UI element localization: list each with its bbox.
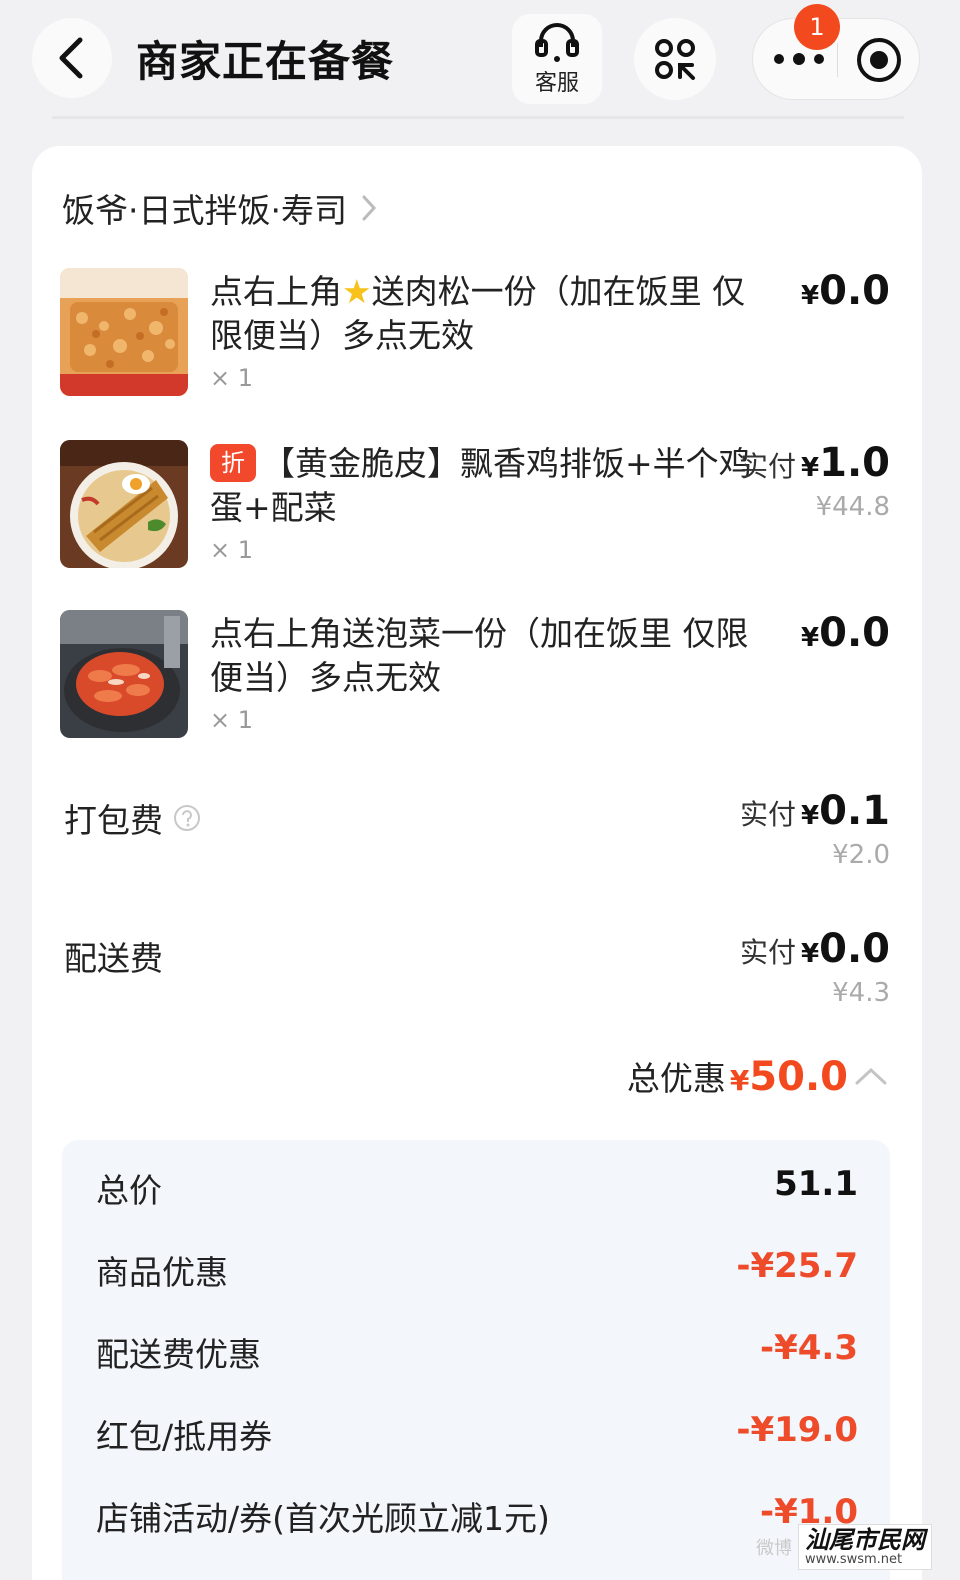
paid-label: 实付: [739, 936, 796, 969]
customer-service-label: 客服: [534, 71, 579, 96]
item-thumbnail-pork-floss: [60, 268, 188, 396]
currency-symbol: ¥: [801, 623, 820, 653]
help-icon[interactable]: [173, 804, 201, 832]
delivery-fee-row: 配送费 实付 ¥0.0 ¥4.3: [64, 926, 890, 1016]
chevron-right-icon: [362, 195, 377, 221]
star-icon: ★: [342, 272, 372, 311]
breakdown-value: 51.1: [774, 1164, 858, 1204]
item-price: 实付 ¥1.0 ¥44.8: [740, 440, 890, 522]
price-amount: 0.0: [819, 610, 890, 656]
item-name: 折【黄金脆皮】飘香鸡排饭+半个鸡蛋+配菜: [210, 442, 760, 530]
price-amount: 1.0: [819, 440, 890, 486]
price-amount: 0.1: [819, 788, 890, 834]
packing-fee-row: 打包费 实付 ¥0.1 ¥2.0: [64, 788, 890, 878]
item-name-text: 【黄金脆皮】飘香鸡排饭+半个鸡蛋+配菜: [210, 444, 752, 527]
price-breakdown: 总价 51.1 商品优惠 -¥25.7 配送费优惠 -¥4.3 红包/抵用券 -…: [62, 1140, 890, 1580]
item-price: ¥0.0: [801, 268, 890, 314]
breakdown-value: -¥25.7: [736, 1246, 858, 1286]
discount-tag: 折: [210, 444, 256, 482]
breakdown-label: 红包/抵用券: [96, 1417, 273, 1456]
item-thumbnail-chicken-rice: [60, 440, 188, 568]
breakdown-value: -¥4.3: [760, 1328, 858, 1368]
price-amount: 0.0: [819, 268, 890, 314]
watermark-logo: 汕尾市民网 www.swsm.net: [798, 1524, 932, 1570]
shop-name: 饭爷·日式拌饭·寿司: [62, 191, 347, 230]
currency-symbol: ¥: [801, 939, 820, 969]
original-price: ¥4.3: [832, 978, 890, 1008]
item-quantity: × 1: [210, 536, 254, 564]
currency-symbol: ¥: [801, 453, 820, 483]
order-item[interactable]: 折【黄金脆皮】飘香鸡排饭+半个鸡蛋+配菜 × 1 实付 ¥1.0 ¥44.8: [60, 440, 892, 570]
watermark: 微博 汕尾市民网 www.swsm.net: [756, 1520, 952, 1574]
original-price: ¥44.8: [815, 492, 890, 522]
breakdown-row: 红包/抵用券 -¥19.0: [96, 1410, 858, 1460]
close-mini-program-button[interactable]: [851, 33, 907, 87]
breakdown-row: 店铺活动/券(首次光顾立减1元) -¥1.0: [96, 1492, 858, 1542]
page-title: 商家正在备餐: [136, 37, 395, 86]
paid-label: 实付: [739, 798, 796, 831]
breakdown-label: 配送费优惠: [96, 1335, 261, 1374]
breakdown-value: -¥19.0: [736, 1410, 858, 1450]
watermark-url: www.swsm.net: [805, 1552, 903, 1567]
order-card: 饭爷·日式拌饭·寿司 点右上角★送肉松一份（加在饭里 仅限便当）多点无效 × 1…: [32, 146, 922, 1580]
customer-service-button[interactable]: 客服: [512, 14, 602, 104]
packing-fee-price: 实付 ¥0.1 ¥2.0: [740, 788, 890, 870]
total-discount-label: 总优惠: [626, 1059, 726, 1098]
original-price: ¥2.0: [832, 840, 890, 870]
paid-label: 实付: [739, 450, 796, 483]
delivery-fee-label: 配送费: [64, 939, 163, 978]
packing-fee-label: 打包费: [64, 801, 163, 840]
shop-link[interactable]: 饭爷·日式拌饭·寿司: [62, 186, 377, 230]
notification-badge: 1: [794, 4, 840, 50]
target-close-icon: [857, 38, 901, 82]
chevron-left-icon: [59, 37, 83, 79]
group-order-button[interactable]: [634, 18, 716, 100]
capsule-divider: [837, 43, 838, 77]
breakdown-row: 配送费优惠 -¥4.3: [96, 1328, 858, 1378]
chevron-up-icon: [855, 1067, 887, 1085]
top-bar: 商家正在备餐 客服 1: [0, 0, 960, 128]
price-amount: 0.0: [819, 926, 890, 972]
currency-symbol: ¥: [729, 1064, 750, 1097]
breakdown-row: 商品优惠 -¥25.7: [96, 1246, 858, 1296]
item-quantity: × 1: [210, 706, 254, 734]
breakdown-row: 总价 51.1: [96, 1164, 858, 1214]
order-item[interactable]: 点右上角送泡菜一份（加在饭里 仅限便当）多点无效 × 1 ¥0.0: [60, 610, 892, 740]
breakdown-label: 店铺活动/券(首次光顾立减1元): [96, 1499, 550, 1538]
item-thumbnail-kimchi: [60, 610, 188, 738]
currency-symbol: ¥: [801, 801, 820, 831]
headset-icon: [535, 23, 579, 62]
item-price: ¥0.0: [801, 610, 890, 656]
watermark-title: 汕尾市民网: [805, 1525, 925, 1554]
watermark-faint: 微博: [756, 1538, 792, 1559]
item-name: 点右上角★送肉松一份（加在饭里 仅限便当）多点无效: [210, 270, 760, 358]
total-discount-toggle[interactable]: 总优惠 ¥ 50.0: [627, 1052, 888, 1100]
group-order-icon: [655, 39, 695, 80]
currency-symbol: ¥: [801, 281, 820, 311]
breakdown-label: 总价: [96, 1171, 162, 1210]
order-item[interactable]: 点右上角★送肉松一份（加在饭里 仅限便当）多点无效 × 1 ¥0.0: [60, 268, 892, 398]
breakdown-label: 商品优惠: [96, 1253, 228, 1292]
more-icon: [774, 53, 824, 65]
delivery-fee-price: 实付 ¥0.0 ¥4.3: [740, 926, 890, 1008]
header-divider: [52, 116, 904, 119]
back-button[interactable]: [32, 18, 112, 98]
item-name: 点右上角送泡菜一份（加在饭里 仅限便当）多点无效: [210, 614, 749, 697]
item-quantity: × 1: [210, 364, 254, 392]
item-name-part1: 点右上角: [210, 272, 342, 311]
total-discount-amount: 50.0: [749, 1054, 848, 1100]
